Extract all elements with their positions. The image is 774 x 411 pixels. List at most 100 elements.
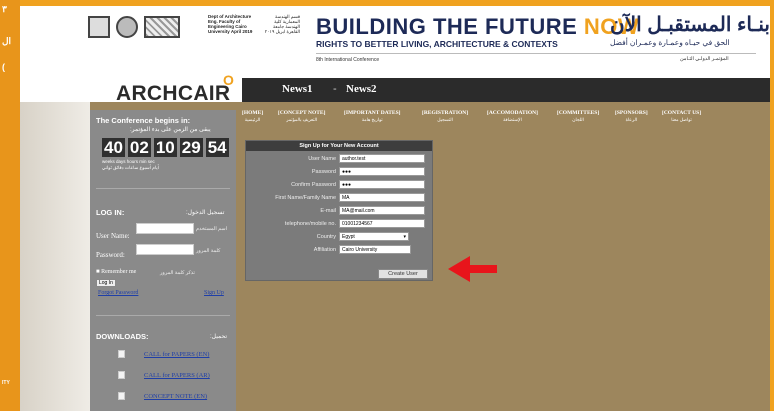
countdown-minutes: 29	[179, 138, 203, 157]
countdown-title-ar: يبقى من الزمن على بدء المؤتمر:	[130, 127, 211, 133]
menu-label-ar: تواريخ هامة	[361, 117, 383, 122]
login-title: LOG IN:	[96, 208, 125, 217]
countdown-weeks: 40	[102, 138, 125, 157]
menu-label: [IMPORTANT DATES]	[344, 110, 401, 116]
username-input[interactable]	[136, 223, 194, 234]
strip-text-3: (	[2, 62, 5, 72]
countdown-title: The Conference begins in:	[96, 116, 191, 125]
menu-label: [COMMITTEES]	[557, 110, 600, 116]
password-input[interactable]	[136, 244, 194, 255]
download-link[interactable]: CALL for PAPERS (EN)	[144, 351, 209, 358]
remember-me-label: Remember me	[101, 269, 137, 275]
menu-label: [ACCOMODATION]	[487, 110, 538, 116]
conference-subtitle: RIGHTS TO BETTER LIVING, ARCHITECTURE & …	[316, 39, 558, 49]
menu-concept-note[interactable]: [CONCEPT NOTE] التعريف بالمؤتمر	[278, 110, 325, 123]
university-name-en: Dept of Architecture Eng. Faculty of Eng…	[208, 14, 253, 34]
login-button[interactable]: Log In	[96, 279, 116, 287]
sidebar: The Conference begins in: يبقى من الزمن …	[90, 110, 236, 411]
menu-label-ar: الإستضافة	[503, 117, 522, 122]
menu-sponsors[interactable]: [SPONSORS] الرعاة	[615, 110, 648, 123]
affiliation-label: Affiliation	[313, 247, 336, 253]
pdf-icon	[118, 392, 125, 400]
menu-label: [REGISTRATION]	[422, 110, 469, 116]
title-text: BUILDING THE FUTURE	[316, 14, 584, 39]
countdown-seconds: 54	[205, 138, 229, 157]
menu-label: [SPONSORS]	[615, 110, 648, 116]
news2-link[interactable]: News2	[346, 83, 377, 95]
site-header: Dept of Architecture Eng. Faculty of Eng…	[20, 6, 770, 76]
password-label-ar: كلمة المرور	[196, 248, 221, 254]
downloads-title-ar: تحميل:	[210, 334, 228, 340]
menu-accomodation[interactable]: [ACCOMODATION] الإستضافة	[487, 110, 538, 123]
news1-link[interactable]: News1	[282, 83, 313, 95]
menu-contact-us[interactable]: [CONTACT US] تواصل معنا	[662, 110, 701, 123]
signup-link[interactable]: Sign Up	[204, 290, 224, 296]
telephone-field[interactable]: 01001234567	[339, 219, 425, 228]
signup-form-title: Sign Up for Your New Account	[246, 141, 432, 151]
countdown-timer: 40 02 10 29 54	[102, 138, 229, 157]
download-link[interactable]: CONCEPT NOTE (EN)	[144, 393, 207, 400]
archcairo-logo-o: O	[223, 72, 234, 88]
field-label: User Name	[308, 156, 336, 162]
red-arrow-head-icon	[448, 256, 470, 282]
menu-label-ar: التسجيل	[437, 117, 453, 122]
left-decoration	[20, 102, 90, 411]
strip-text-2: ال	[2, 36, 12, 46]
name-field[interactable]: MA	[339, 193, 425, 202]
strip-text-4: ITY	[2, 380, 10, 386]
countdown-labels: weeks days hours min sec	[102, 159, 155, 164]
sidebar-divider	[96, 188, 230, 189]
field-label: Password	[311, 169, 336, 175]
logo-group	[88, 16, 180, 38]
archcairo-logo[interactable]: ARCHCAIR	[116, 82, 230, 106]
red-arrow-shaft	[469, 265, 497, 273]
menu-label-ar: الرعاة	[625, 117, 638, 122]
faculty-seal-icon	[116, 16, 138, 38]
field-label: E-mail	[320, 208, 336, 214]
username-field[interactable]: author.test	[339, 154, 425, 163]
countdown-hours: 10	[153, 138, 177, 157]
downloads-title: DOWNLOADS:	[96, 332, 149, 341]
download-link[interactable]: CALL for PAPERS (AR)	[144, 372, 210, 379]
email-field[interactable]: MA@mail.com	[339, 206, 425, 215]
conference-edition: 8th International Conference	[316, 57, 380, 63]
create-user-button[interactable]: Create User	[378, 269, 428, 279]
countdown-labels-ar: أيام أسبوع ساعات دقائق ثواني	[102, 165, 159, 170]
conference-title: BUILDING THE FUTURE NOW	[316, 14, 639, 40]
conference-subtitle-ar: الحق في حيـاه وعمـارة وعمـران أفضل	[610, 38, 730, 47]
conference-edition-ar: المؤتمـر الدولـي الثـامن	[680, 56, 729, 62]
signup-form: Sign Up for Your New Account User Name a…	[245, 140, 433, 281]
password-label: Password:	[96, 251, 125, 259]
menu-registration[interactable]: [REGISTRATION] التسجيل	[422, 110, 468, 123]
menu-important-dates[interactable]: [IMPORTANT DATES] تواريخ هامة	[344, 110, 401, 123]
university-name-ar: قسم الهندسة المعمارية كلية الهندسة جامعة…	[264, 14, 300, 34]
menu-committees[interactable]: [COMMITTEES] اللجان	[557, 110, 599, 123]
pdf-icon	[118, 371, 125, 379]
field-label: Confirm Password	[291, 182, 336, 188]
page-frame: ۳ ال ( ITY Dept of Architecture Eng. Fac…	[0, 0, 774, 411]
affiliation-field[interactable]: Cairo University	[339, 245, 411, 254]
menu-label: [HOME]	[242, 110, 264, 116]
country-label: Country	[316, 234, 336, 240]
chevron-down-icon: ▾	[403, 234, 406, 240]
menu-label-ar: اللجان	[572, 117, 584, 122]
browser-screen: Dept of Architecture Eng. Faculty of Eng…	[20, 6, 770, 411]
country-value: Egypt	[342, 234, 355, 240]
conference-title-ar: بنـاء المستقبـل الآن	[610, 14, 770, 36]
side-strip: ۳ ال ( ITY	[0, 0, 20, 411]
main-menu: [HOME] الرئيسية [CONCEPT NOTE] التعريف بال…	[242, 110, 742, 136]
password-field[interactable]: ●●●	[339, 167, 425, 176]
menu-label: [CONCEPT NOTE]	[278, 110, 326, 116]
menu-label-ar: الرئيسية	[244, 117, 261, 122]
countdown-days: 02	[127, 138, 151, 157]
strip-text-1: ۳	[2, 4, 7, 14]
remember-me-checkbox[interactable]: ■ Remember me	[96, 269, 136, 275]
menu-home[interactable]: [HOME] الرئيسية	[242, 110, 263, 123]
pdf-icon	[118, 350, 125, 358]
news-bar: News1 - News2	[242, 78, 770, 102]
forgot-password-link[interactable]: Forgot Password	[98, 290, 138, 296]
country-select[interactable]: Egypt ▾	[339, 232, 409, 241]
field-label: telephone/mobile no.	[284, 221, 336, 227]
confirm-password-field[interactable]: ●●●	[339, 180, 425, 189]
news-separator: -	[333, 83, 337, 95]
